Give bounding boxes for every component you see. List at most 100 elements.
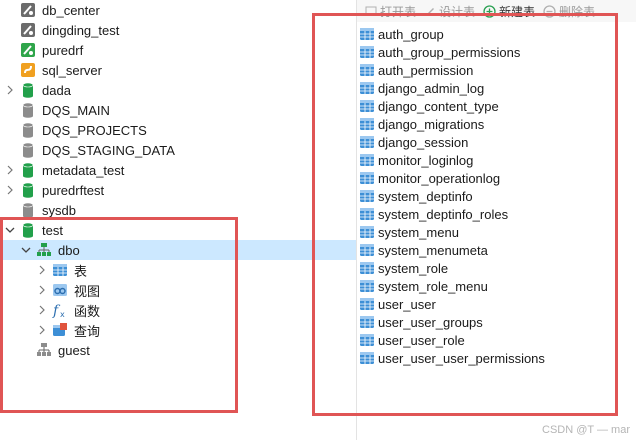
- sql-file-icon: [20, 22, 36, 38]
- tree-node-label: dingding_test: [42, 22, 120, 38]
- tree-node-label: 函数: [74, 303, 101, 319]
- table-icon: [359, 242, 375, 258]
- tree-node-db-center[interactable]: db_center: [0, 0, 100, 20]
- tree-node-label: dada: [42, 82, 71, 98]
- tree-node-test[interactable]: test: [0, 220, 63, 240]
- chevron-right-icon[interactable]: [36, 304, 48, 316]
- new-table-button[interactable]: 新建表: [483, 3, 535, 20]
- table-item[interactable]: system_deptinfo: [357, 187, 473, 205]
- tree-node--[interactable]: 表: [0, 260, 87, 280]
- chevron-right-icon[interactable]: [4, 84, 16, 96]
- tree-node-sql-server[interactable]: sql_server: [0, 60, 102, 80]
- database-green-icon: [20, 82, 36, 98]
- view-icon: [52, 282, 68, 298]
- tree-node-dingding-test[interactable]: dingding_test: [0, 20, 119, 40]
- svg-text:x: x: [60, 310, 65, 318]
- delete-table-label: 删除表: [559, 4, 596, 19]
- table-icon: [359, 26, 375, 42]
- table-item[interactable]: system_menumeta: [357, 241, 488, 259]
- tree-node-metadata-test[interactable]: metadata_test: [0, 160, 124, 180]
- remove-icon: [543, 4, 556, 18]
- tree-node--[interactable]: 查询: [0, 320, 100, 340]
- tree-node-label: metadata_test: [42, 162, 125, 178]
- table-item[interactable]: django_admin_log: [357, 79, 484, 97]
- table-item[interactable]: django_migrations: [357, 115, 484, 133]
- tree-node-guest[interactable]: guest: [0, 340, 90, 360]
- table-item[interactable]: monitor_loginlog: [357, 151, 473, 169]
- chevron-right-icon[interactable]: [4, 164, 16, 176]
- open-table-label: 打开表: [380, 4, 417, 19]
- table-item[interactable]: system_role: [357, 259, 448, 277]
- tree-node-label: 视图: [74, 283, 101, 299]
- table-item[interactable]: auth_group_permissions: [357, 43, 520, 61]
- table-item[interactable]: monitor_operationlog: [357, 169, 500, 187]
- add-icon: [483, 4, 496, 18]
- table-item[interactable]: auth_group: [357, 25, 444, 43]
- chevron-right-icon[interactable]: [4, 184, 16, 196]
- table-icon: [359, 350, 375, 366]
- chevron-right-icon[interactable]: [36, 324, 48, 336]
- table-item[interactable]: django_content_type: [357, 97, 499, 115]
- tree-node-label: dbo: [58, 242, 80, 258]
- table-name: system_deptinfo: [378, 188, 473, 204]
- tree-node-dqs-staging-data[interactable]: DQS_STAGING_DATA: [0, 140, 175, 160]
- table-item[interactable]: system_role_menu: [357, 277, 488, 295]
- chevron-down-icon[interactable]: [20, 244, 32, 256]
- table-name: django_migrations: [378, 116, 485, 132]
- tree-node-dqs-projects[interactable]: DQS_PROJECTS: [0, 120, 147, 140]
- chevron-right-icon[interactable]: [36, 284, 48, 296]
- table-icon: [359, 188, 375, 204]
- open-table-button[interactable]: 打开表: [365, 3, 416, 20]
- table-item[interactable]: django_session: [357, 133, 468, 151]
- table-item[interactable]: system_deptinfo_roles: [357, 205, 508, 223]
- table-name: system_menumeta: [378, 242, 488, 258]
- tree-node-label: 查询: [74, 323, 101, 339]
- tree-node-dqs-main[interactable]: DQS_MAIN: [0, 100, 110, 120]
- tree-node-label: puredrftest: [42, 182, 105, 198]
- table-item[interactable]: user_user: [357, 295, 436, 313]
- tree-node-label: test: [42, 222, 63, 238]
- query-icon: [52, 322, 68, 338]
- table-name: monitor_loginlog: [378, 152, 474, 168]
- table-icon: [359, 278, 375, 294]
- object-toolbar: 打开表 设计表 新建表 删除表: [357, 0, 636, 22]
- tree-node-sysdb[interactable]: sysdb: [0, 200, 76, 220]
- tree-node-dbo[interactable]: dbo: [0, 240, 356, 260]
- tree-node-label: guest: [58, 342, 90, 358]
- tree-node-dada[interactable]: dada: [0, 80, 71, 100]
- chevron-down-icon[interactable]: [4, 224, 16, 236]
- table-name: user_user_user_permissions: [378, 350, 545, 366]
- table-icon: [359, 62, 375, 78]
- tree-node-label: 表: [74, 263, 88, 279]
- schema-gray-icon: [36, 342, 52, 358]
- table-name: auth_group: [378, 26, 444, 42]
- tree-node-label: db_center: [42, 2, 100, 18]
- tree-node-puredrf[interactable]: puredrf: [0, 40, 83, 60]
- design-table-button[interactable]: 设计表: [424, 3, 475, 20]
- table-item[interactable]: system_menu: [357, 223, 459, 241]
- table-name: django_content_type: [378, 98, 499, 114]
- chevron-right-icon[interactable]: [36, 264, 48, 276]
- table-icon: [359, 44, 375, 60]
- table-name: system_menu: [378, 224, 459, 240]
- database-gray-icon: [20, 142, 36, 158]
- table-icon: [359, 170, 375, 186]
- table-item[interactable]: user_user_groups: [357, 313, 483, 331]
- table-icon: [359, 116, 375, 132]
- table-item[interactable]: auth_permission: [357, 61, 473, 79]
- table-icon: [359, 206, 375, 222]
- delete-table-button[interactable]: 删除表: [543, 3, 595, 20]
- table-item[interactable]: user_user_role: [357, 331, 465, 349]
- table-icon: [52, 262, 68, 278]
- table-icon: [359, 332, 375, 348]
- tree-node-label: DQS_MAIN: [42, 102, 110, 118]
- database-green-icon: [20, 182, 36, 198]
- table-item[interactable]: user_user_user_permissions: [357, 349, 545, 367]
- tree-node--[interactable]: 视图: [0, 280, 100, 300]
- design-table-label: 设计表: [439, 4, 476, 19]
- tree-node--[interactable]: f x 函数: [0, 300, 100, 320]
- table-name: django_admin_log: [378, 80, 485, 96]
- tree-node-puredrftest[interactable]: puredrftest: [0, 180, 104, 200]
